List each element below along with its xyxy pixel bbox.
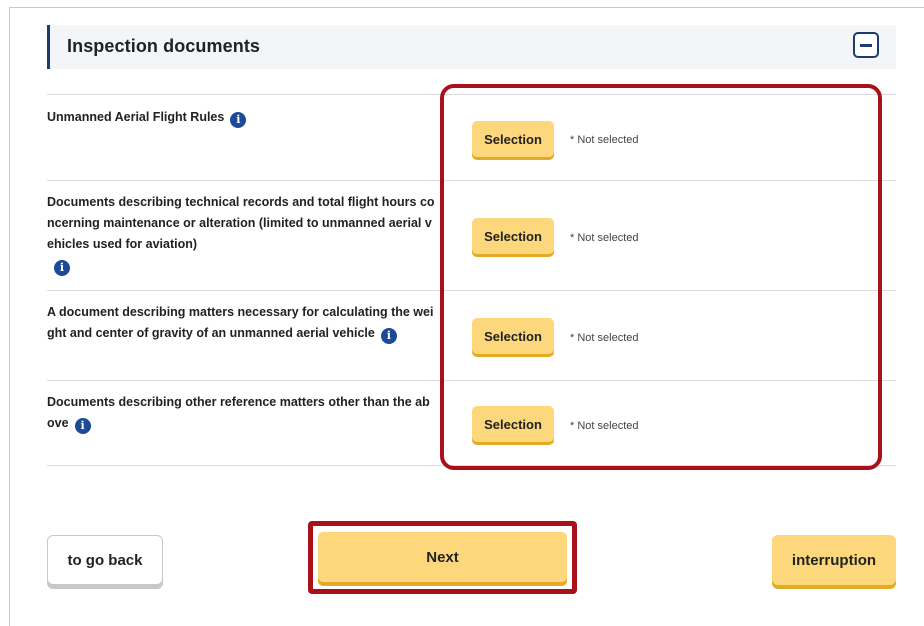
document-label: A document describing matters necessary … — [47, 305, 434, 340]
frame-border-top — [9, 7, 924, 8]
selection-button[interactable]: Selection — [472, 318, 554, 354]
info-icon[interactable]: i — [54, 260, 70, 276]
interruption-button[interactable]: interruption — [772, 535, 896, 585]
frame-border-left — [9, 7, 10, 626]
row-divider — [47, 290, 896, 291]
row-divider — [47, 465, 896, 466]
info-icon[interactable]: i — [230, 112, 247, 128]
selection-status: * Not selected — [570, 332, 639, 344]
document-label: Documents describing technical records a… — [47, 195, 435, 251]
document-label: Documents describing other reference mat… — [47, 395, 430, 430]
selection-status: * Not selected — [570, 420, 639, 432]
section-header: Inspection documents — [47, 25, 896, 69]
document-row-1-label-container: Unmanned Aerial Flight Rules i — [47, 107, 437, 128]
minus-icon — [860, 44, 872, 47]
row-divider — [47, 180, 896, 181]
document-label: Unmanned Aerial Flight Rules — [47, 110, 225, 124]
info-icon[interactable]: i — [380, 328, 397, 344]
go-back-button[interactable]: to go back — [47, 535, 163, 585]
document-row-3-label-container: A document describing matters necessary … — [47, 302, 437, 344]
next-button[interactable]: Next — [318, 532, 567, 582]
selection-button[interactable]: Selection — [472, 121, 554, 157]
info-icon[interactable]: i — [74, 418, 91, 434]
section-accent-bar — [47, 25, 50, 69]
selection-button[interactable]: Selection — [472, 218, 554, 254]
selection-status: * Not selected — [570, 134, 639, 146]
document-row-2-label-container: Documents describing technical records a… — [47, 192, 437, 276]
selection-status: * Not selected — [570, 232, 639, 244]
row-divider — [47, 94, 896, 95]
selection-button[interactable]: Selection — [472, 406, 554, 442]
document-row-4-label-container: Documents describing other reference mat… — [47, 392, 437, 434]
row-divider — [47, 380, 896, 381]
section-title: Inspection documents — [67, 36, 261, 56]
collapse-button[interactable] — [853, 32, 879, 58]
